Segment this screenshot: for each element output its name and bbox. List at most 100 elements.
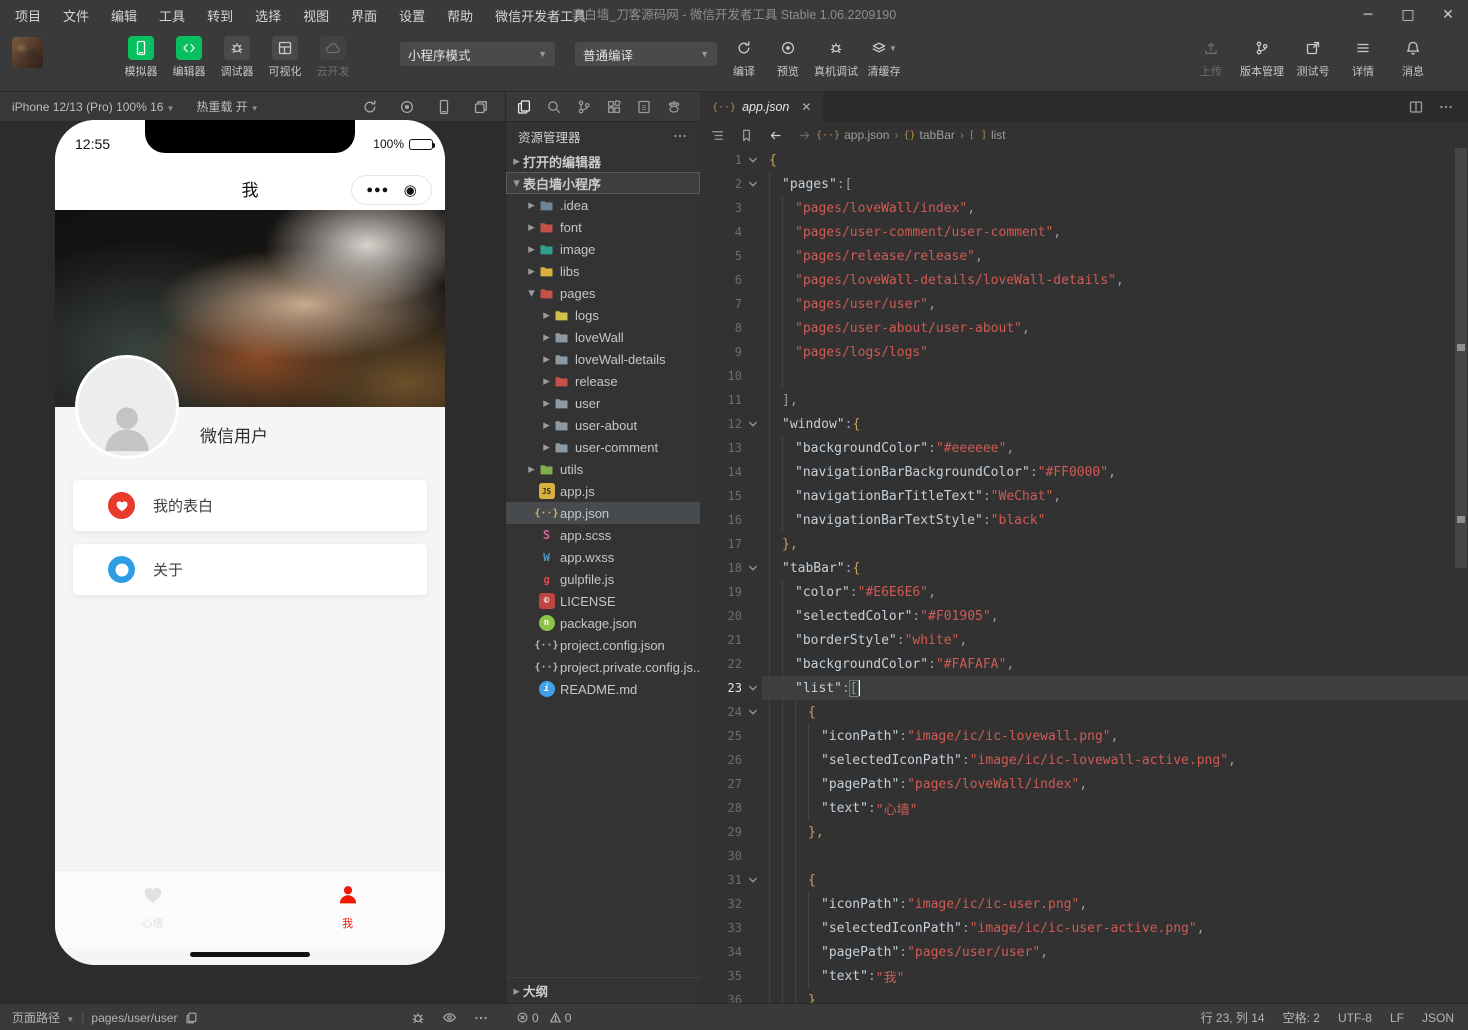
fold-icon[interactable]: [746, 417, 762, 431]
page-path-select[interactable]: 页面路径 ▼: [12, 1009, 74, 1026]
capsule-button[interactable]: ●●● ◉: [351, 175, 432, 205]
editor-scrollbar[interactable]: [1454, 148, 1468, 1003]
code-line-17[interactable]: 17 },: [700, 532, 1468, 556]
windows-icon[interactable]: [473, 99, 489, 115]
tree-item-user-about[interactable]: ▸ user-about: [506, 414, 700, 436]
code-line-25[interactable]: 25 "iconPath":"image/ic/ic-lovewall.png"…: [700, 724, 1468, 748]
menu-item-5[interactable]: 选择: [246, 3, 290, 28]
code-line-24[interactable]: 24 {: [700, 700, 1468, 724]
split-editor-icon[interactable]: [1408, 99, 1424, 115]
code-line-6[interactable]: 6 "pages/loveWall-details/loveWall-detai…: [700, 268, 1468, 292]
statusbar-segment-3[interactable]: LF: [1390, 1011, 1404, 1025]
close-icon[interactable]: ✕: [801, 100, 811, 114]
fold-icon[interactable]: [746, 177, 762, 191]
toolbar-preview-action[interactable]: 预览: [766, 36, 810, 79]
tree-item-gulpfile.js[interactable]: g gulpfile.js: [506, 568, 700, 590]
toolbar-branch-action[interactable]: 版本管理: [1236, 36, 1288, 79]
nav-back-icon[interactable]: [768, 128, 783, 143]
code-line-15[interactable]: 15 "navigationBarTitleText": "WeChat",: [700, 484, 1468, 508]
breadcrumb-list[interactable]: [ ] list: [969, 128, 1006, 142]
tree-item-user-comment[interactable]: ▸ user-comment: [506, 436, 700, 458]
tree-item-user[interactable]: ▸ user: [506, 392, 700, 414]
toolbar-refresh-action[interactable]: 编译: [722, 36, 766, 79]
fold-icon[interactable]: [746, 705, 762, 719]
more-icon[interactable]: ●●●: [366, 184, 389, 196]
tree-item-logs[interactable]: ▸ logs: [506, 304, 700, 326]
menu-item-6[interactable]: 视图: [294, 3, 338, 28]
code-line-22[interactable]: 22 "backgroundColor":"#FAFAFA",: [700, 652, 1468, 676]
tree-item-app.wxss[interactable]: W app.wxss: [506, 546, 700, 568]
fold-icon[interactable]: [746, 873, 762, 887]
code-line-11[interactable]: 11 ],: [700, 388, 1468, 412]
code-line-12[interactable]: 12 "window":{: [700, 412, 1468, 436]
tree-item-app.scss[interactable]: S app.scss: [506, 524, 700, 546]
phone-tab-1[interactable]: 我: [250, 871, 445, 948]
toolbar-debug-action[interactable]: 真机调试: [810, 36, 862, 79]
code-line-31[interactable]: 31 {: [700, 868, 1468, 892]
toolbar-upload-action[interactable]: 上传: [1186, 36, 1236, 79]
code-line-32[interactable]: 32 "iconPath":"image/ic/ic-user.png",: [700, 892, 1468, 916]
menu-card-0[interactable]: 我的表白: [73, 480, 427, 531]
more-icon[interactable]: [672, 128, 688, 144]
code-line-27[interactable]: 27 "pagePath": "pages/loveWall/index",: [700, 772, 1468, 796]
problem-counts[interactable]: 0 0: [516, 1004, 571, 1030]
paw-icon[interactable]: [666, 99, 682, 115]
window-maximize-button[interactable]: □: [1388, 0, 1428, 30]
code-line-7[interactable]: 7 "pages/user/user",: [700, 292, 1468, 316]
toolbar-code-button[interactable]: 编辑器: [165, 36, 213, 79]
tree-item-表白墙小程序[interactable]: ▾ 表白墙小程序: [506, 172, 700, 194]
code-line-36[interactable]: 36 }: [700, 988, 1468, 1003]
tree-item-font[interactable]: ▸ font: [506, 216, 700, 238]
toolbar-bell-action[interactable]: 消息: [1388, 36, 1438, 79]
fold-icon[interactable]: [746, 561, 762, 575]
toolbar-cloud-button[interactable]: 云开发: [309, 36, 357, 79]
tree-item-package.json[interactable]: n package.json: [506, 612, 700, 634]
debug-icon[interactable]: [410, 1010, 426, 1026]
code-line-18[interactable]: 18 "tabBar": {: [700, 556, 1468, 580]
branch-icon[interactable]: [576, 99, 592, 115]
statusbar-segment-1[interactable]: 空格: 2: [1283, 1009, 1320, 1026]
menu-item-2[interactable]: 编辑: [102, 3, 146, 28]
tree-item-image[interactable]: ▸ image: [506, 238, 700, 260]
toolbar-visualize-button[interactable]: 可视化: [261, 36, 309, 79]
code-line-26[interactable]: 26 "selectedIconPath":"image/ic/ic-lovew…: [700, 748, 1468, 772]
menu-item-3[interactable]: 工具: [150, 3, 194, 28]
statusbar-segment-0[interactable]: 行 23, 列 14: [1201, 1009, 1265, 1026]
bookmark-icon[interactable]: [739, 128, 754, 143]
code-line-30[interactable]: 30: [700, 844, 1468, 868]
toolbar-layers-action[interactable]: ▼ 清缓存: [862, 36, 906, 79]
tab-app-json[interactable]: {··} app.json ✕: [700, 92, 823, 122]
device-select[interactable]: iPhone 12/13 (Pro) 100% 16▼: [0, 100, 174, 114]
tree-item-.idea[interactable]: ▸ .idea: [506, 194, 700, 216]
tree-item-pages[interactable]: ▾ pages: [506, 282, 700, 304]
search-icon[interactable]: [546, 99, 562, 115]
menu-card-1[interactable]: i 关于: [73, 544, 427, 595]
toolbar-debug-button[interactable]: 调试器: [213, 36, 261, 79]
code-line-4[interactable]: 4 "pages/user-comment/user-comment",: [700, 220, 1468, 244]
code-line-10[interactable]: 10: [700, 364, 1468, 388]
toolbar-lines-action[interactable]: 详情: [1338, 36, 1388, 79]
hot-reload-toggle[interactable]: 热重载 开▼: [196, 98, 258, 115]
tree-item-project.private.config.js...[interactable]: {··} project.private.config.js...: [506, 656, 700, 678]
code-line-20[interactable]: 20 "selectedColor": "#F01905",: [700, 604, 1468, 628]
copy-path-icon[interactable]: [184, 1011, 198, 1025]
avatar[interactable]: [75, 355, 179, 459]
code-line-21[interactable]: 21 "borderStyle":"white",: [700, 628, 1468, 652]
refresh-icon[interactable]: [362, 99, 378, 115]
code-line-8[interactable]: 8 "pages/user-about/user-about",: [700, 316, 1468, 340]
code-line-28[interactable]: 28 "text": "心墙": [700, 796, 1468, 820]
phone-icon[interactable]: [436, 99, 452, 115]
scrollbar-thumb[interactable]: [1455, 148, 1467, 568]
tree-item-LICENSE[interactable]: © LICENSE: [506, 590, 700, 612]
more-icon[interactable]: [1438, 99, 1454, 115]
code-line-1[interactable]: 1 {: [700, 148, 1468, 172]
breadcrumb-app.json[interactable]: {··} app.json: [816, 128, 889, 142]
tree-item-libs[interactable]: ▸ libs: [506, 260, 700, 282]
files-icon[interactable]: [516, 99, 532, 115]
tree-item-打开的编辑器[interactable]: ▸ 打开的编辑器: [506, 150, 700, 172]
home-icon[interactable]: ◉: [404, 181, 417, 199]
menu-item-0[interactable]: 项目: [6, 3, 50, 28]
compile-select[interactable]: 普通编译 ▼: [575, 42, 717, 66]
fold-icon[interactable]: [746, 153, 762, 167]
tree-item-loveWall[interactable]: ▸ loveWall: [506, 326, 700, 348]
